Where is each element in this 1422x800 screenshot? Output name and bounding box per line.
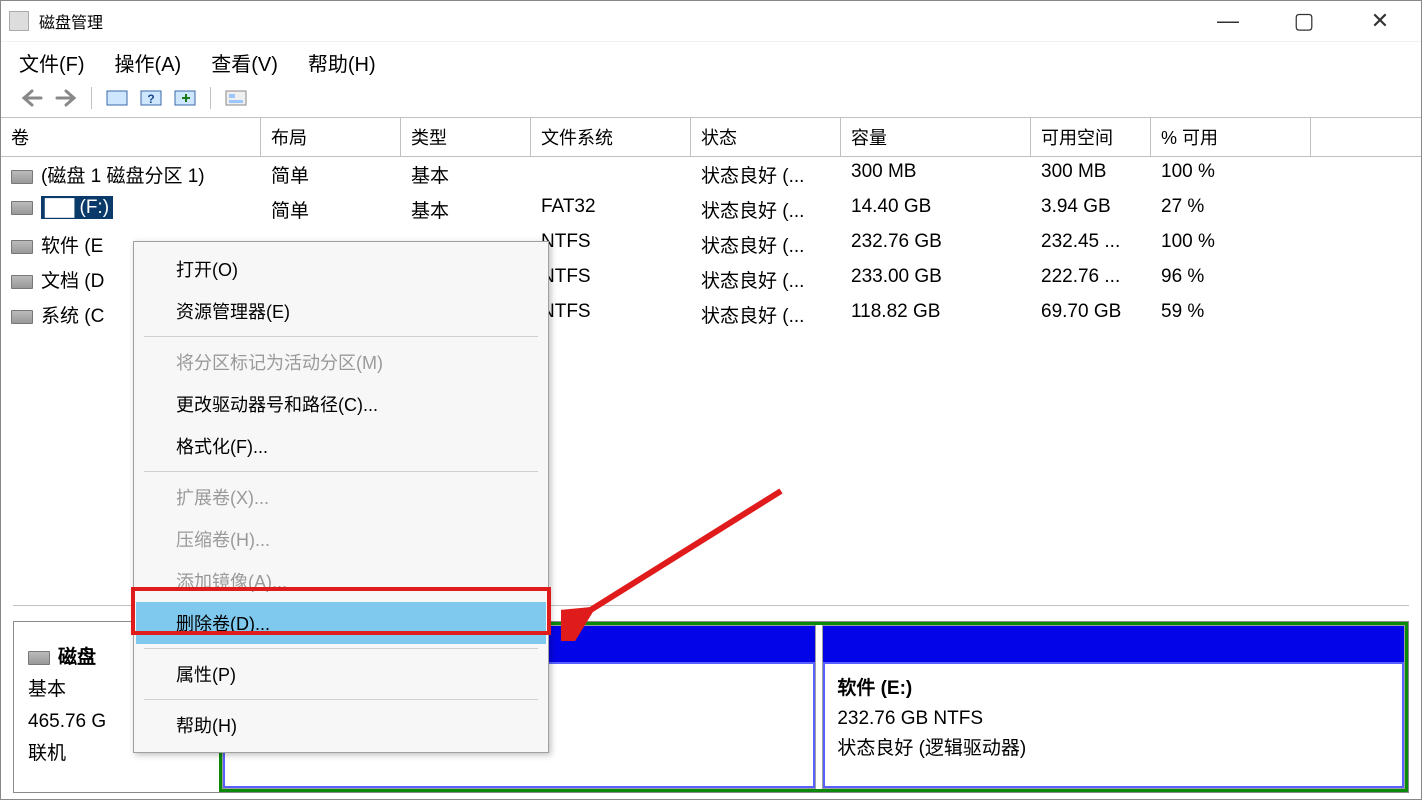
- close-button[interactable]: ✕: [1357, 10, 1403, 32]
- maximize-button[interactable]: ▢: [1281, 10, 1327, 32]
- menu-help[interactable]: 帮助(H): [308, 48, 376, 77]
- ctx-separator: [144, 648, 538, 649]
- help-icon[interactable]: ?: [138, 87, 164, 109]
- toolbar-separator: [91, 87, 92, 109]
- col-volume[interactable]: 卷: [1, 118, 261, 156]
- col-fs[interactable]: 文件系统: [531, 118, 691, 156]
- ctx-extend: 扩展卷(X)...: [136, 476, 546, 518]
- col-pct[interactable]: % 可用: [1151, 118, 1311, 156]
- ctx-shrink: 压缩卷(H)...: [136, 518, 546, 560]
- ctx-delete-volume[interactable]: 删除卷(D)...: [136, 602, 546, 644]
- menubar: 文件(F) 操作(A) 查看(V) 帮助(H): [1, 41, 1421, 83]
- ctx-add-mirror: 添加镜像(A)...: [136, 560, 546, 602]
- col-capacity[interactable]: 容量: [841, 118, 1031, 156]
- menu-file[interactable]: 文件(F): [19, 48, 85, 77]
- annotation-arrow-icon: [561, 481, 791, 641]
- forward-icon[interactable]: [53, 87, 79, 109]
- col-free[interactable]: 可用空间: [1031, 118, 1151, 156]
- toolbar: ?: [1, 83, 1421, 118]
- disk-management-window: 磁盘管理 — ▢ ✕ 文件(F) 操作(A) 查看(V) 帮助(H) ? 卷 布…: [0, 0, 1422, 800]
- titlebar: 磁盘管理 — ▢ ✕: [1, 1, 1421, 41]
- table-row-selected[interactable]: ▇▇ (F:) 简单 基本 FAT32 状态良好 (... 14.40 GB 3…: [1, 192, 1421, 227]
- window-title: 磁盘管理: [39, 9, 1205, 33]
- ctx-explorer[interactable]: 资源管理器(E): [136, 290, 546, 332]
- drive-icon: [11, 240, 33, 254]
- toolbar-icon-1[interactable]: [104, 87, 130, 109]
- ctx-separator: [144, 471, 538, 472]
- partition-right[interactable]: 软件 (E:) 232.76 GB NTFS 状态良好 (逻辑驱动器): [822, 625, 1405, 789]
- toolbar-icon-3[interactable]: [172, 87, 198, 109]
- toolbar-icon-4[interactable]: [223, 87, 249, 109]
- menu-action[interactable]: 操作(A): [115, 48, 182, 77]
- ctx-help[interactable]: 帮助(H): [136, 704, 546, 746]
- ctx-mark-active: 将分区标记为活动分区(M): [136, 341, 546, 383]
- ctx-separator: [144, 336, 538, 337]
- column-headers: 卷 布局 类型 文件系统 状态 容量 可用空间 % 可用: [1, 118, 1421, 157]
- ctx-change-letter[interactable]: 更改驱动器号和路径(C)...: [136, 383, 546, 425]
- col-status[interactable]: 状态: [691, 118, 841, 156]
- minimize-button[interactable]: —: [1205, 10, 1251, 32]
- back-icon[interactable]: [19, 87, 45, 109]
- ctx-separator: [144, 699, 538, 700]
- drive-icon: [11, 201, 33, 215]
- app-icon: [9, 11, 29, 31]
- col-layout[interactable]: 布局: [261, 118, 401, 156]
- partition-caption: [823, 626, 1404, 662]
- menu-view[interactable]: 查看(V): [211, 48, 278, 77]
- drive-icon: [11, 170, 33, 184]
- toolbar-separator: [210, 87, 211, 109]
- ctx-open[interactable]: 打开(O): [136, 248, 546, 290]
- drive-icon: [11, 275, 33, 289]
- svg-text:?: ?: [147, 92, 154, 106]
- context-menu: 打开(O) 资源管理器(E) 将分区标记为活动分区(M) 更改驱动器号和路径(C…: [133, 241, 549, 753]
- drive-icon: [11, 310, 33, 324]
- disk-icon: [28, 651, 50, 665]
- ctx-properties[interactable]: 属性(P): [136, 653, 546, 695]
- table-row[interactable]: (磁盘 1 磁盘分区 1) 简单 基本 状态良好 (... 300 MB 300…: [1, 157, 1421, 192]
- col-type[interactable]: 类型: [401, 118, 531, 156]
- ctx-format[interactable]: 格式化(F)...: [136, 425, 546, 467]
